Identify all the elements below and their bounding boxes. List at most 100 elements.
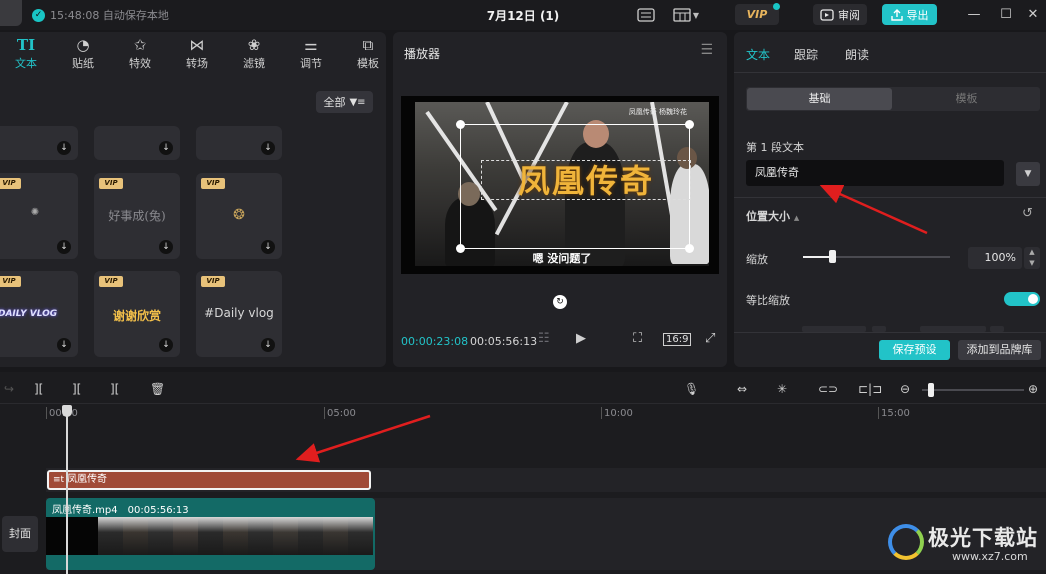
- download-icon[interactable]: ↓: [57, 240, 71, 254]
- overlay-title-text[interactable]: 凤凰传奇: [481, 160, 691, 200]
- properties-panel: 文本 跟踪 朗读 基础 模板 第 1 段文本 凤凰传奇 ▼ 位置大小 ▲ ↺ 缩…: [734, 32, 1046, 367]
- fit-screen-icon[interactable]: ⛶: [633, 331, 642, 346]
- ruler-tick: [878, 407, 879, 419]
- segment-template[interactable]: 模板: [894, 88, 1039, 110]
- site-name: 极光下载站: [928, 526, 1038, 550]
- zoom-slider[interactable]: [922, 389, 1024, 391]
- timeline-grid-icon[interactable]: ☷: [538, 331, 550, 346]
- maximize-icon[interactable]: ☐: [997, 6, 1015, 24]
- video-thumbnail: [248, 517, 273, 555]
- current-time: 00:00:23:08: [401, 335, 469, 348]
- zoom-in-icon[interactable]: ⊕: [1028, 380, 1038, 398]
- add-to-brand-library-button[interactable]: 添加到品牌库: [958, 340, 1041, 360]
- app-menu-stub[interactable]: [0, 0, 22, 26]
- download-icon[interactable]: ↓: [159, 141, 173, 155]
- filter-all-button[interactable]: 全部 ▼≡: [316, 91, 373, 113]
- tab-stickers[interactable]: ◔ 贴纸: [63, 35, 103, 71]
- site-watermark: 极光下载站 www.xz7.com: [888, 520, 1038, 568]
- playhead[interactable]: [66, 405, 68, 574]
- uniform-scale-toggle[interactable]: [1004, 292, 1040, 306]
- text-template-tile[interactable]: VIP ❂ ↓: [196, 173, 282, 259]
- tab-filters[interactable]: ❀ 滤镜: [234, 35, 274, 71]
- text-template-tile[interactable]: ↓: [196, 126, 282, 160]
- close-icon[interactable]: ✕: [1024, 6, 1042, 24]
- download-icon[interactable]: ↓: [159, 240, 173, 254]
- download-icon[interactable]: ↓: [261, 338, 275, 352]
- auto-snap-icon[interactable]: ✳: [777, 380, 787, 398]
- text-section-title: 第 1 段文本: [746, 141, 804, 154]
- main-track-magnet-icon[interactable]: ⇔: [737, 380, 747, 398]
- text-content-field[interactable]: 凤凰传奇: [746, 160, 1004, 186]
- trim-left-icon[interactable]: ][: [72, 380, 81, 398]
- scale-value-input[interactable]: 100%: [968, 247, 1022, 269]
- trim-right-icon[interactable]: ][: [110, 380, 119, 398]
- ruler-tick: [46, 407, 47, 419]
- preview-canvas[interactable]: 凤凰传奇 杨魏玲花 凤凰传奇 嗯 没问题了: [401, 96, 719, 274]
- text-template-tile[interactable]: VIP 谢谢欣赏 ↓: [94, 271, 180, 357]
- minimize-icon[interactable]: —: [965, 6, 983, 24]
- video-clip-duration: 00:05:56:13: [127, 505, 189, 516]
- redo-icon[interactable]: ↪: [4, 380, 14, 398]
- resize-handle[interactable]: [456, 120, 465, 129]
- play-icon[interactable]: ▶: [576, 331, 586, 346]
- resize-handle[interactable]: [685, 120, 694, 129]
- tab-tracking[interactable]: 跟踪: [794, 46, 818, 63]
- cover-button[interactable]: 封面: [2, 516, 38, 552]
- link-icon[interactable]: ⊂⊃: [818, 380, 838, 398]
- tab-read-aloud[interactable]: 朗读: [845, 46, 869, 63]
- position-size-header[interactable]: 位置大小 ▲: [746, 208, 799, 224]
- fullscreen-icon[interactable]: ⤢: [705, 331, 715, 346]
- reset-icon[interactable]: ↺: [1022, 206, 1033, 221]
- tile-preview-icon: ✺: [30, 207, 40, 218]
- text-template-tile[interactable]: VIP DAILY VLOG ↓: [0, 271, 78, 357]
- tab-transitions[interactable]: ⋈ 转场: [177, 35, 217, 71]
- tab-text[interactable]: TI 文本: [6, 35, 46, 71]
- download-icon[interactable]: ↓: [261, 141, 275, 155]
- text-template-tile[interactable]: VIP 好事成(兔) ↓: [94, 173, 180, 259]
- export-button[interactable]: 导出: [882, 4, 937, 25]
- tab-effects[interactable]: ✩ 特效: [120, 35, 160, 71]
- microphone-icon[interactable]: 🎙: [684, 380, 699, 398]
- tab-adjust[interactable]: ⚌ 调节: [291, 35, 331, 71]
- aspect-ratio-button[interactable]: 16:9: [663, 333, 692, 346]
- scale-slider-thumb[interactable]: [829, 250, 837, 263]
- menu-icon[interactable]: ☰: [700, 42, 713, 58]
- text-template-tile[interactable]: ↓: [94, 126, 180, 160]
- scale-slider[interactable]: [803, 256, 950, 258]
- text-clip[interactable]: ≡t 凤凰传奇: [47, 470, 371, 490]
- ruler-label: 10:00: [604, 408, 633, 419]
- segment-basic[interactable]: 基础: [747, 88, 892, 110]
- download-icon[interactable]: ↓: [159, 338, 173, 352]
- zoom-out-icon[interactable]: ⊖: [900, 380, 910, 398]
- download-icon[interactable]: ↓: [57, 338, 71, 352]
- playhead-handle[interactable]: [62, 405, 72, 417]
- template-icon: ⧉: [362, 36, 374, 54]
- text-template-tile[interactable]: VIP ✺ ↓: [0, 173, 78, 259]
- review-button[interactable]: 审阅: [813, 4, 867, 25]
- keyboard-shortcuts-icon[interactable]: [634, 5, 658, 25]
- tab-text-props[interactable]: 文本: [746, 46, 770, 63]
- download-icon[interactable]: ↓: [261, 240, 275, 254]
- chevron-down-icon[interactable]: ▼: [690, 5, 702, 25]
- text-template-tile[interactable]: VIP #Daily vlog ↓: [196, 271, 282, 357]
- tab-templates[interactable]: ⧉ 模板: [348, 35, 386, 71]
- adjust-icon: ⚌: [304, 36, 318, 54]
- video-clip[interactable]: 凤凰传奇.mp4 00:05:56:13: [46, 498, 375, 570]
- chevron-down-icon[interactable]: ▼: [1016, 162, 1040, 186]
- scale-stepper[interactable]: ▲ ▼: [1024, 247, 1040, 269]
- filter-icon: ❀: [247, 36, 261, 54]
- title-bar: ✓ 15:48:08 自动保存本地 7月12日 (1) ▼ VIP 审阅 导出 …: [0, 0, 1046, 30]
- split-icon[interactable]: ][: [34, 380, 43, 398]
- download-icon[interactable]: ↓: [57, 141, 71, 155]
- preview-axis-icon[interactable]: ⊏|⊐: [858, 380, 882, 398]
- delete-icon[interactable]: 🗑: [150, 380, 165, 398]
- vip-badge: VIP: [201, 276, 225, 287]
- autosave-text: 15:48:08 自动保存本地: [50, 9, 169, 22]
- filter-label: 全部: [323, 96, 346, 109]
- rotate-icon[interactable]: ↻: [553, 295, 567, 309]
- tab-label: 滤镜: [243, 57, 265, 70]
- zoom-slider-thumb[interactable]: [928, 383, 934, 397]
- review-icon: [820, 8, 834, 21]
- save-preset-button[interactable]: 保存预设: [879, 340, 950, 360]
- text-template-tile[interactable]: ↓: [0, 126, 78, 160]
